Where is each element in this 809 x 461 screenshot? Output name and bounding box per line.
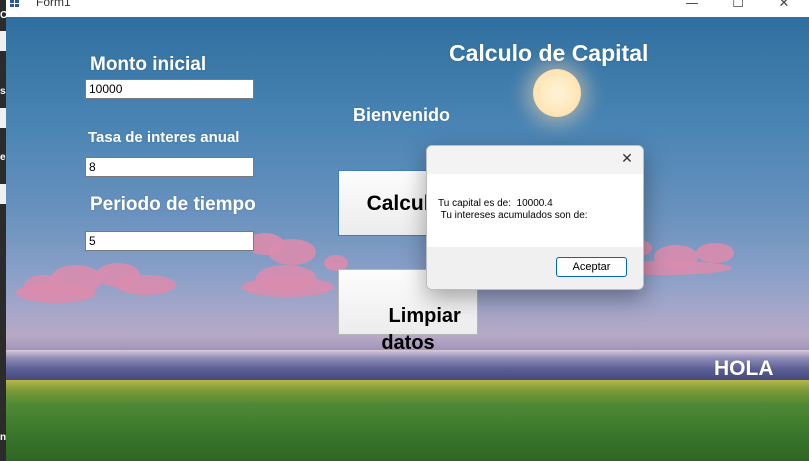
tasa-interes-label: Tasa de interes anual — [88, 129, 240, 146]
window-title: Form1 — [36, 0, 71, 9]
periodo-tiempo-input[interactable]: 5 — [85, 231, 254, 251]
minimize-button[interactable]: — — [669, 0, 715, 12]
form1-window: Form1 — ☐ ✕ Calculo de Capital Bienvenid — [6, 0, 809, 461]
welcome-label: Bienvenido — [353, 105, 451, 125]
app-icon — [10, 0, 19, 7]
maximize-button[interactable]: ☐ — [715, 0, 761, 12]
monto-inicial-label: Monto inicial — [90, 54, 207, 75]
limpiar-datos-button-label: Limpiar datos — [381, 305, 461, 354]
aceptar-button[interactable]: Aceptar — [556, 257, 627, 277]
form-client-area: Calculo de Capital Bienvenido Monto inic… — [6, 17, 809, 461]
dialog-title-bar — [427, 146, 643, 174]
tasa-interes-input[interactable]: 8 — [85, 157, 254, 177]
grass-background — [6, 380, 809, 461]
dialog-message: Tu capital es de: 10000.4 Tu intereses a… — [438, 198, 588, 221]
message-dialog: ✕ Tu capital es de: 10000.4 Tu intereses… — [426, 145, 644, 290]
dialog-close-button[interactable]: ✕ — [617, 149, 637, 169]
title-bar: Form1 — ☐ ✕ — [6, 0, 809, 17]
close-button[interactable]: ✕ — [761, 0, 807, 12]
hola-label: HOLA — [714, 357, 774, 380]
monto-inicial-input[interactable]: 10000 — [85, 79, 254, 99]
sun-image — [533, 69, 581, 117]
periodo-tiempo-label: Periodo de tiempo — [90, 194, 256, 215]
dialog-footer: Aceptar — [427, 247, 643, 289]
page-title: Calculo de Capital — [449, 40, 649, 66]
